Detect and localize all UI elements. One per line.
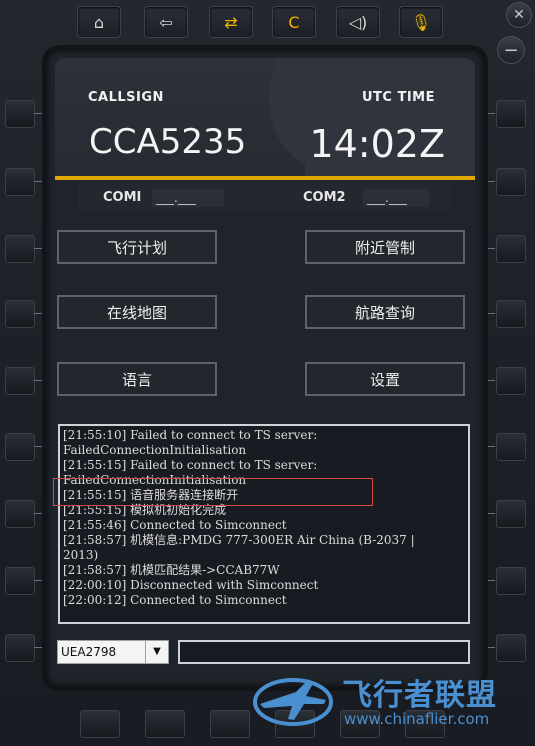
log-line: [21:58:57] 机模信息:PMDG 777-300ER Air China… <box>63 533 415 547</box>
lsk-right-6[interactable] <box>496 433 526 461</box>
utc-time-label: UTC TIME <box>361 90 435 105</box>
log-line: 2013) <box>63 548 99 562</box>
lsk-right-1[interactable] <box>496 100 526 128</box>
header-panel: CALLSIGN UTC TIME CCA5235 14:02Z <box>55 58 475 176</box>
lsk-left-6[interactable] <box>5 433 35 461</box>
lsk-left-7[interactable] <box>5 500 35 528</box>
c-icon: C <box>288 12 300 32</box>
bottom-key-3[interactable] <box>210 710 250 738</box>
log-line: [22:00:10] Disconnected with Simconnect <box>63 578 319 592</box>
back-button[interactable]: ⇦ <box>144 6 188 38</box>
lsk-right-2[interactable] <box>496 168 526 196</box>
lsk-left-8[interactable] <box>5 567 35 595</box>
close-button[interactable]: ✕ <box>506 2 532 28</box>
minimize-icon: − <box>503 39 519 61</box>
logo-icon <box>253 678 333 726</box>
lsk-left-3[interactable] <box>5 235 35 263</box>
lsk-right-5[interactable] <box>496 367 526 395</box>
log-console[interactable]: [21:55:10] Failed to connect to TS serve… <box>58 424 470 624</box>
log-line: [21:58:57] 机模匹配结果->CCAB77W <box>63 563 280 577</box>
accent-bar <box>55 176 475 180</box>
nearby-atc-button[interactable]: 附近管制 <box>305 230 465 264</box>
home-icon: ⌂ <box>93 12 105 32</box>
swap-button[interactable]: ⇄ <box>209 6 253 38</box>
callsign-select[interactable]: UEA2798 ▼ <box>57 640 169 664</box>
home-button[interactable]: ⌂ <box>77 6 121 38</box>
utc-time-value: 14:02Z <box>309 122 445 166</box>
lsk-left-1[interactable] <box>5 100 35 128</box>
log-line: [21:55:15] Failed to connect to TS serve… <box>63 458 318 472</box>
com2-label: COM2 <box>303 190 346 205</box>
c-button[interactable]: C <box>272 6 316 38</box>
back-icon: ⇦ <box>159 12 173 32</box>
swap-icon: ⇄ <box>224 12 238 32</box>
log-line: [22:00:12] Connected to Simconnect <box>63 593 287 607</box>
microphone-icon: 🎙 <box>410 12 432 32</box>
speaker-button[interactable]: ◁) <box>336 6 380 38</box>
lsk-left-4[interactable] <box>5 300 35 328</box>
callsign-value: CCA5235 <box>89 122 247 162</box>
log-line: [21:55:46] Connected to Simconnect <box>63 518 287 532</box>
lsk-right-8[interactable] <box>496 567 526 595</box>
message-input[interactable] <box>178 640 470 664</box>
lsk-left-9[interactable] <box>5 634 35 662</box>
lsk-left-2[interactable] <box>5 168 35 196</box>
chevron-down-icon[interactable]: ▼ <box>145 641 168 663</box>
microphone-button[interactable]: 🎙 <box>399 6 443 38</box>
lsk-right-3[interactable] <box>496 235 526 263</box>
online-map-button[interactable]: 在线地图 <box>57 295 217 329</box>
close-icon: ✕ <box>513 7 525 23</box>
lsk-right-7[interactable] <box>496 500 526 528</box>
display-screen: CALLSIGN UTC TIME CCA5235 14:02Z COMI __… <box>45 48 485 688</box>
language-button[interactable]: 语言 <box>57 362 217 396</box>
watermark-text: 飞行者联盟 <box>342 678 497 713</box>
lsk-right-9[interactable] <box>496 634 526 662</box>
watermark: 飞行者联盟 www.chinaflier.com <box>250 668 530 738</box>
log-line: FailedConnectionInitialisation <box>63 443 247 457</box>
highlight-box <box>53 478 373 506</box>
com1-frequency[interactable]: ___.___ <box>152 189 224 207</box>
route-query-button[interactable]: 航路查询 <box>305 295 465 329</box>
lsk-left-5[interactable] <box>5 367 35 395</box>
com2-frequency[interactable]: ___.___ <box>363 189 429 207</box>
bottom-key-2[interactable] <box>145 710 185 738</box>
lsk-right-4[interactable] <box>496 300 526 328</box>
speaker-icon: ◁) <box>348 12 368 32</box>
minimize-button[interactable]: − <box>497 36 525 64</box>
callsign-label: CALLSIGN <box>88 90 164 105</box>
log-line: [21:55:10] Failed to connect to TS serve… <box>63 428 318 442</box>
flight-plan-button[interactable]: 飞行计划 <box>57 230 217 264</box>
watermark-url: www.chinaflier.com <box>344 710 490 728</box>
bottom-key-1[interactable] <box>80 710 120 738</box>
settings-button[interactable]: 设置 <box>305 362 465 396</box>
com1-label: COMI <box>103 190 142 205</box>
mcdu-frame: ⌂ ⇦ ⇄ C ◁) 🎙 ✕ − CALLSIGN UTC TIME CCA52… <box>0 0 535 746</box>
callsign-select-value: UEA2798 <box>61 645 117 659</box>
